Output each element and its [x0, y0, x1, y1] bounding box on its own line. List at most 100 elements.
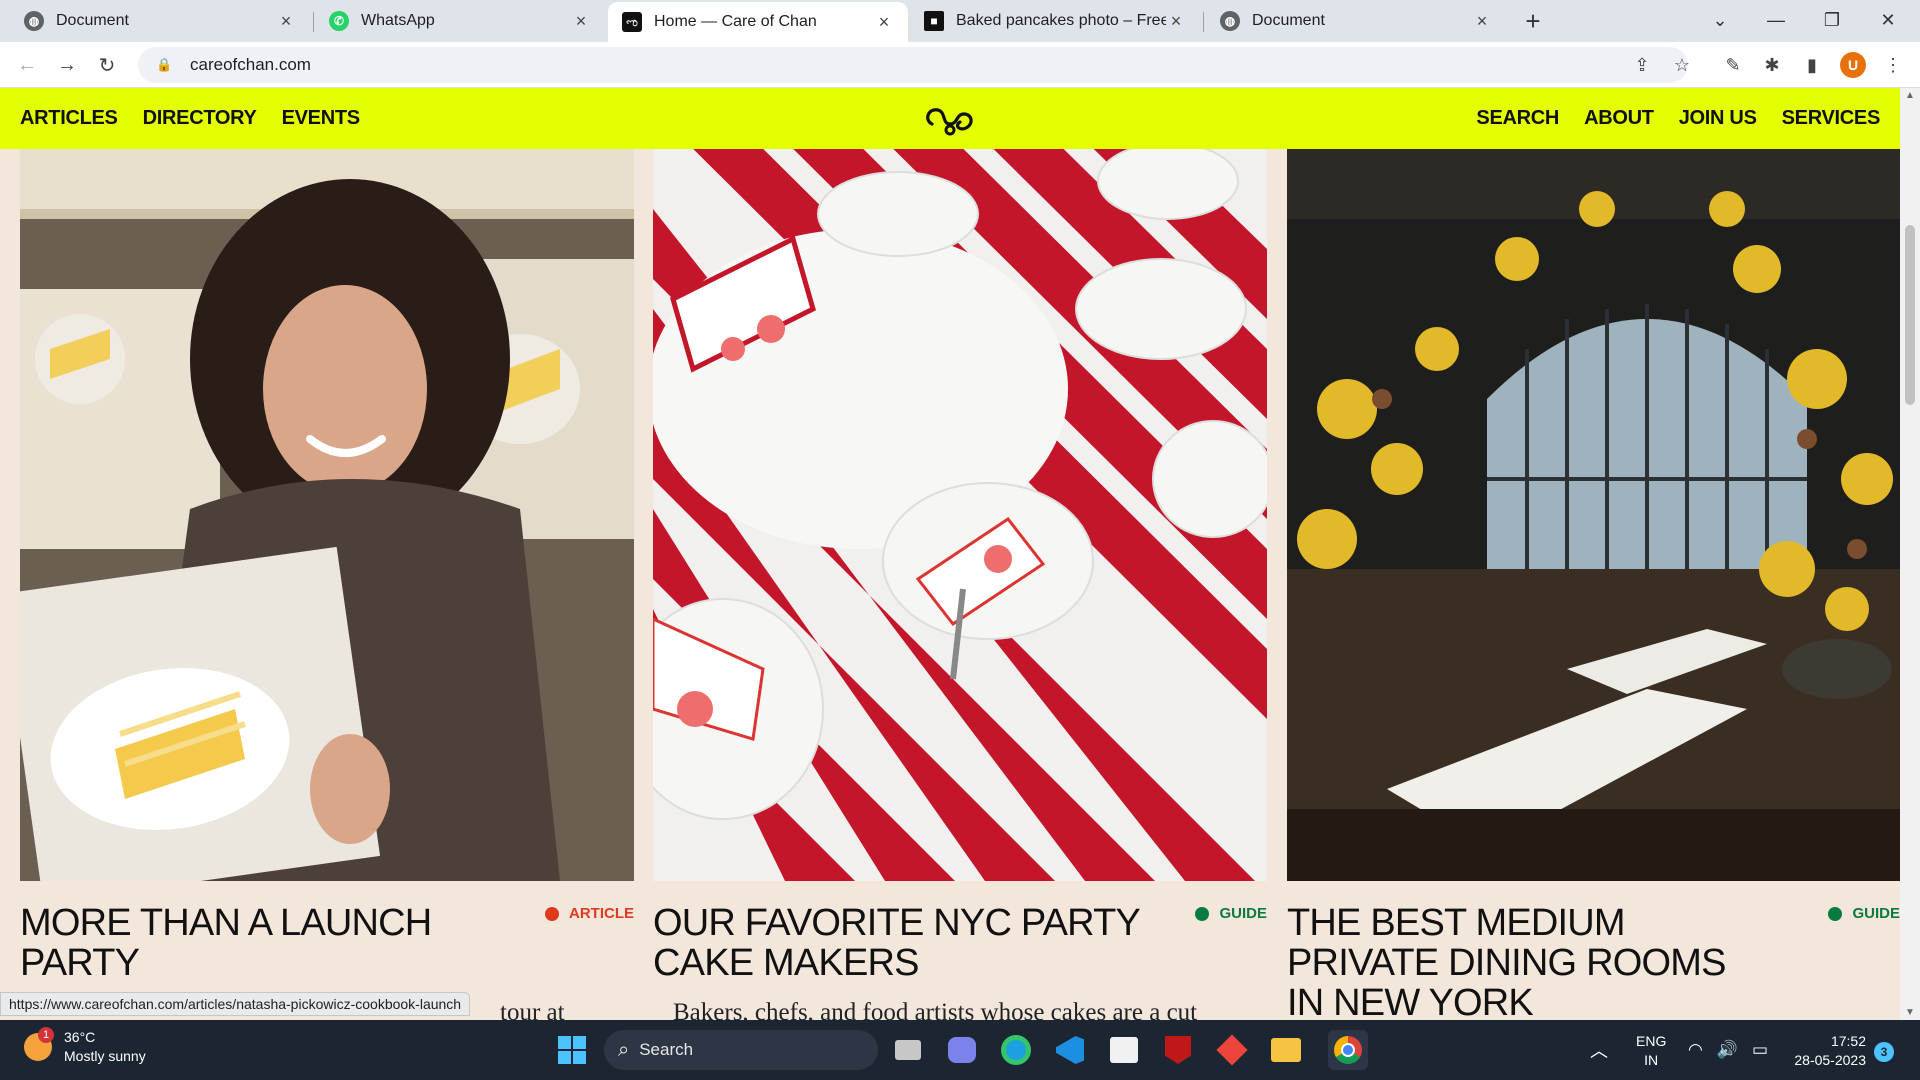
close-tab-icon[interactable]: × [276, 11, 296, 32]
show-hidden-icons-chevron-icon[interactable]: ︿ [1590, 1037, 1608, 1063]
edge-browser-icon[interactable] [996, 1030, 1036, 1070]
tag-label: GUIDE [1852, 905, 1900, 922]
card-title[interactable]: THE BEST MEDIUM PRIVATE DINING ROOMS IN … [1287, 903, 1757, 1023]
photo-illustration [1287, 149, 1900, 881]
lock-icon[interactable]: 🔒 [156, 57, 176, 73]
tab-divider [1203, 12, 1204, 32]
taskbar-search[interactable]: ⌕ Search [604, 1030, 878, 1070]
taskbar-clock[interactable]: 17:52 28-05-2023 [1786, 1032, 1866, 1070]
unsplash-icon: ■ [924, 11, 944, 31]
nav-about[interactable]: ABOUT [1584, 107, 1654, 130]
teams-chat-icon[interactable] [942, 1030, 982, 1070]
forward-button[interactable]: → [52, 50, 82, 80]
side-panel-icon[interactable]: ▮ [1797, 50, 1827, 80]
nav-join-us[interactable]: JOIN US [1679, 107, 1757, 130]
extensions-puzzle-icon[interactable]: ✱ [1757, 50, 1787, 80]
card-tag[interactable]: ARTICLE [545, 905, 634, 922]
back-button[interactable]: ← [12, 50, 42, 80]
mcafee-icon[interactable] [1158, 1030, 1198, 1070]
close-tab-icon[interactable]: × [874, 12, 894, 33]
card-title[interactable]: MORE THAN A LAUNCH PARTY [20, 903, 540, 983]
language-indicator[interactable]: ENG IN [1636, 1032, 1666, 1070]
scroll-down-arrow-icon[interactable]: ▼ [1900, 1007, 1920, 1018]
weather-temp: 36°C [64, 1029, 96, 1045]
tab-title: WhatsApp [361, 12, 435, 29]
tag-label: ARTICLE [569, 905, 634, 922]
card-meta: THE BEST MEDIUM PRIVATE DINING ROOMS IN … [1287, 881, 1900, 1023]
file-explorer-icon[interactable] [1266, 1030, 1306, 1070]
restaurant-dining-room-photo[interactable] [1287, 149, 1900, 881]
browser-tab-2[interactable]: ✆ WhatsApp × [315, 0, 605, 42]
page-scrollbar[interactable]: ▲ ▼ [1900, 88, 1920, 1020]
maximize-button[interactable]: ❐ [1804, 0, 1860, 40]
card-title[interactable]: OUR FAVORITE NYC PARTY CAKE MAKERS [653, 903, 1173, 983]
weather-desc: Mostly sunny [64, 1048, 146, 1064]
clock-date: 28-05-2023 [1794, 1052, 1866, 1068]
link-status-bubble: https://www.careofchan.com/articles/nata… [0, 992, 471, 1016]
nav-events[interactable]: EVENTS [282, 107, 361, 130]
tag-dot-icon [1195, 906, 1210, 921]
careofchan-favicon: ಌ [622, 12, 642, 32]
scrollbar-thumb[interactable] [1905, 225, 1915, 405]
search-label: Search [639, 1040, 694, 1059]
card-tag[interactable]: GUIDE [1828, 905, 1900, 922]
woman-holding-cookbook-photo[interactable] [20, 149, 634, 881]
new-tab-button[interactable]: + [1518, 6, 1548, 36]
nav-articles[interactable]: ARTICLES [20, 107, 118, 130]
weather-widget[interactable]: 1 36°C Mostly sunny [24, 1027, 146, 1066]
address-bar[interactable]: 🔒 careofchan.com [138, 47, 1688, 83]
article-card[interactable]: MORE THAN A LAUNCH PARTY ARTICLE tour at [20, 149, 634, 1026]
vscode-icon[interactable] [1050, 1030, 1090, 1070]
nav-search[interactable]: SEARCH [1476, 107, 1559, 130]
url-text: careofchan.com [190, 55, 311, 74]
care-of-chan-logo[interactable] [920, 100, 980, 138]
microsoft-store-icon[interactable] [1104, 1030, 1144, 1070]
task-view-icon[interactable] [888, 1030, 928, 1070]
browser-tab-5[interactable]: ◍ Document × [1206, 0, 1506, 42]
clock-time: 17:52 [1830, 1033, 1866, 1049]
card-tag[interactable]: GUIDE [1195, 905, 1267, 922]
bookmark-star-icon[interactable]: ☆ [1667, 50, 1697, 80]
whatsapp-icon: ✆ [329, 11, 349, 31]
language-code: ENG [1636, 1033, 1667, 1049]
browser-tab-4[interactable]: ■ Baked pancakes photo – Free Fo × [910, 0, 1200, 42]
nav-directory[interactable]: DIRECTORY [143, 107, 257, 130]
menu-kebab-icon[interactable]: ⋮ [1878, 50, 1908, 80]
article-card[interactable]: OUR FAVORITE NYC PARTY CAKE MAKERS GUIDE… [653, 149, 1267, 1026]
photo-illustration [20, 149, 634, 881]
share-icon[interactable]: ⇪ [1627, 50, 1657, 80]
close-window-button[interactable]: ✕ [1860, 0, 1916, 40]
strawberry-cake-slices-photo[interactable] [653, 149, 1267, 881]
system-tray: ︿ [1590, 1020, 1608, 1080]
browser-tab-1[interactable]: ◍ Document × [10, 0, 310, 42]
tab-title: Document [56, 12, 129, 29]
status-icons[interactable]: ◠ 🔊 ▭ [1688, 1020, 1768, 1080]
minimize-button[interactable]: — [1748, 0, 1804, 40]
search-icon: ⌕ [618, 1038, 630, 1061]
scroll-up-arrow-icon[interactable]: ▲ [1900, 90, 1920, 101]
sunny-weather-icon: 1 [24, 1027, 54, 1061]
chrome-icon[interactable] [1328, 1030, 1368, 1070]
browser-tab-3-active[interactable]: ಌ Home — Care of Chan × [608, 2, 908, 42]
card-meta: OUR FAVORITE NYC PARTY CAKE MAKERS GUIDE… [653, 881, 1267, 1026]
tab-title: Document [1252, 12, 1325, 29]
anydesk-icon[interactable] [1212, 1030, 1252, 1070]
globe-icon: ◍ [24, 11, 44, 31]
nav-services[interactable]: SERVICES [1782, 107, 1881, 130]
windows-taskbar: 1 36°C Mostly sunny ⌕ Search ︿ ENG IN ◠ … [0, 1020, 1920, 1080]
tab-search-icon[interactable]: ⌄ [1692, 0, 1748, 40]
volume-icon: 🔊 [1716, 1040, 1739, 1059]
battery-icon: ▭ [1752, 1040, 1769, 1059]
profile-avatar[interactable]: U [1840, 52, 1866, 78]
notification-count-badge[interactable]: 3 [1874, 1042, 1894, 1062]
close-tab-icon[interactable]: × [1472, 11, 1492, 32]
wifi-icon: ◠ [1688, 1040, 1703, 1059]
browser-toolbar: ← → ↻ 🔒 careofchan.com ⇪ ☆ ✎ ✱ ▮ U ⋮ [0, 42, 1920, 88]
close-tab-icon[interactable]: × [1166, 11, 1186, 32]
windows-start-icon[interactable] [552, 1030, 592, 1070]
reload-button[interactable]: ↻ [92, 50, 122, 80]
globe-icon: ◍ [1220, 11, 1240, 31]
close-tab-icon[interactable]: × [571, 11, 591, 32]
eyedropper-extension-icon[interactable]: ✎ [1718, 50, 1748, 80]
article-card[interactable]: THE BEST MEDIUM PRIVATE DINING ROOMS IN … [1287, 149, 1900, 1023]
